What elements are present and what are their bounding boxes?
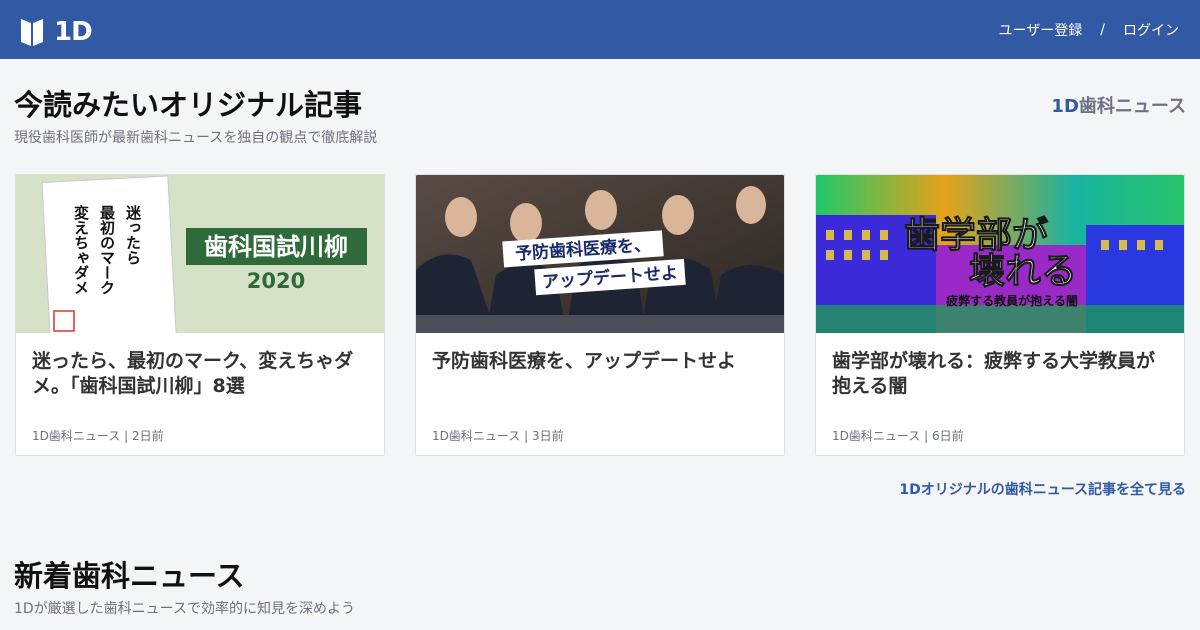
article-title[interactable]: 歯学部が壊れる：疲弊する大学教員が抱える闇 [832, 349, 1168, 399]
senryu-col2: 最初のマーク [98, 204, 116, 295]
senryu-banner: 歯科国試川柳 [204, 233, 348, 261]
article-meta: 1D歯科ニュース | 3日前 [432, 429, 564, 443]
article-title[interactable]: 予防歯科医療を、アップデートせよ [432, 349, 768, 374]
article-card[interactable]: 歯学部が 壊れる 疲弊する教員が抱える闇 歯学部が壊れる：疲弊する大学教員が抱え… [815, 174, 1185, 456]
brand-1d: 1D [1051, 96, 1079, 117]
article-card[interactable]: 迷ったら 最初のマーク 変えちゃダメ 歯科国試川柳 2020 迷ったら、最初のマ… [15, 174, 385, 456]
senryu-col1: 迷ったら [124, 204, 142, 265]
top-bar: 1D ユーザー登録 / ログイン [0, 0, 1200, 59]
register-link[interactable]: ユーザー登録 [999, 20, 1083, 40]
article-source: 1D歯科ニュース [32, 429, 121, 443]
brand-link[interactable]: 1D歯科ニュース [1051, 92, 1186, 118]
originals-subtitle: 現役歯科医師が最新歯科ニュースを独自の観点で徹底解説 [14, 130, 378, 146]
news-subtitle: 1Dが厳選した歯科ニュースで効率的に知見を深めよう [14, 601, 355, 617]
news-title: 新着歯科ニュース [14, 559, 245, 593]
senryu-col3: 変えちゃダメ [72, 204, 90, 295]
article-date: 6日前 [931, 429, 964, 443]
article-date: 2日前 [131, 429, 164, 443]
nav-separator: / [1100, 22, 1105, 38]
brand-text: 歯科ニュース [1078, 96, 1186, 117]
book-logo-icon [21, 19, 43, 46]
thumb-caption: 疲弊する教員が抱える闇 [946, 293, 1078, 308]
senryu-year: 2020 [247, 269, 305, 293]
logo-text: 1D [54, 17, 93, 47]
article-meta: 1D歯科ニュース | 6日前 [832, 429, 964, 443]
thumb-line1: 歯学部が [904, 214, 1048, 256]
article-title[interactable]: 迷ったら、最初のマーク、変えちゃダメ。「歯科国試川柳」8選 [32, 349, 368, 399]
article-meta: 1D歯科ニュース | 2日前 [32, 429, 164, 443]
article-source: 1D歯科ニュース [832, 429, 921, 443]
article-thumbnail-dental-school[interactable]: 歯学部が 壊れる 疲弊する教員が抱える闇 [816, 175, 1184, 333]
article-thumbnail-meeting[interactable]: 予防歯科医療を、 アップデートせよ [416, 175, 784, 333]
article-card[interactable]: 予防歯科医療を、 アップデートせよ 予防歯科医療を、アップデートせよ 1D歯科ニ… [415, 174, 785, 456]
originals-title: 今読みたいオリジナル記事 [14, 88, 363, 122]
article-source: 1D歯科ニュース [432, 429, 521, 443]
all-originals-link[interactable]: 1Dオリジナルの歯科ニュース記事を全て見る [899, 479, 1186, 499]
article-thumbnail-senryu[interactable]: 迷ったら 最初のマーク 変えちゃダメ 歯科国試川柳 2020 [16, 175, 384, 333]
thumb-line2: 壊れる [969, 251, 1077, 292]
logo[interactable]: 1D [20, 16, 100, 48]
login-link[interactable]: ログイン [1123, 20, 1179, 40]
article-date: 3日前 [531, 429, 564, 443]
header-nav: ユーザー登録 / ログイン [999, 20, 1179, 40]
